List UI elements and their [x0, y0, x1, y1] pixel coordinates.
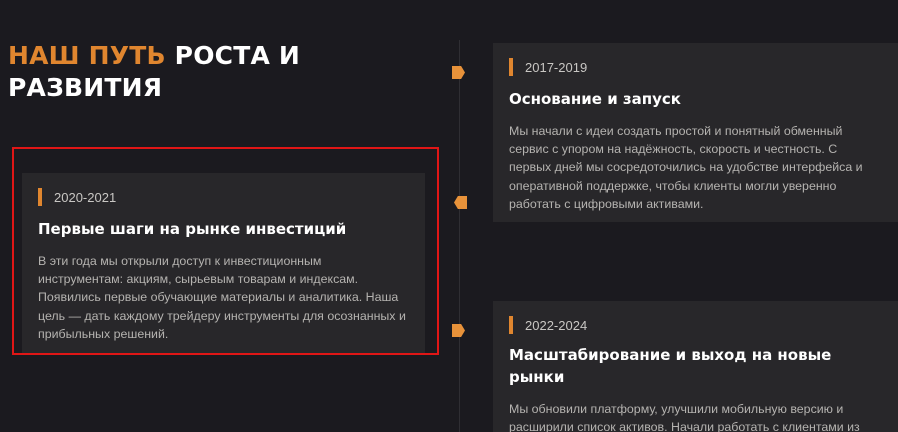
timeline-card-title: Масштабирование и выход на новые рынки — [509, 346, 832, 386]
timeline-card-description: Мы начали с идеи создать простой и понят… — [509, 124, 863, 211]
year-marker — [509, 316, 513, 334]
year-marker — [509, 58, 513, 76]
timeline-card: 2017-2019 Основание и запуск Мы начали с… — [493, 43, 898, 222]
timeline-year: 2017-2019 — [525, 59, 588, 75]
section-title: НАШ ПУТЬ РОСТА И РАЗВИТИЯ — [8, 40, 300, 104]
year-row: 2022-2024 — [509, 316, 882, 334]
selection-highlight — [12, 147, 439, 355]
year-row: 2017-2019 — [509, 58, 882, 76]
timeline-marker-icon — [452, 66, 465, 79]
timeline-marker-icon — [454, 196, 467, 209]
timeline-year: 2022-2024 — [525, 317, 588, 333]
timeline-card-title: Основание и запуск — [509, 90, 681, 108]
timeline-card-description: Мы обновили платформу, улучшили мобильну… — [509, 402, 860, 432]
timeline-marker-icon — [452, 324, 465, 337]
section-title-line2: РАЗВИТИЯ — [8, 73, 163, 102]
section-title-rest: РОСТА И — [165, 41, 301, 70]
timeline-line — [459, 40, 460, 432]
timeline-card: 2022-2024 Масштабирование и выход на нов… — [493, 301, 898, 432]
section-title-accent: НАШ ПУТЬ — [8, 41, 166, 70]
